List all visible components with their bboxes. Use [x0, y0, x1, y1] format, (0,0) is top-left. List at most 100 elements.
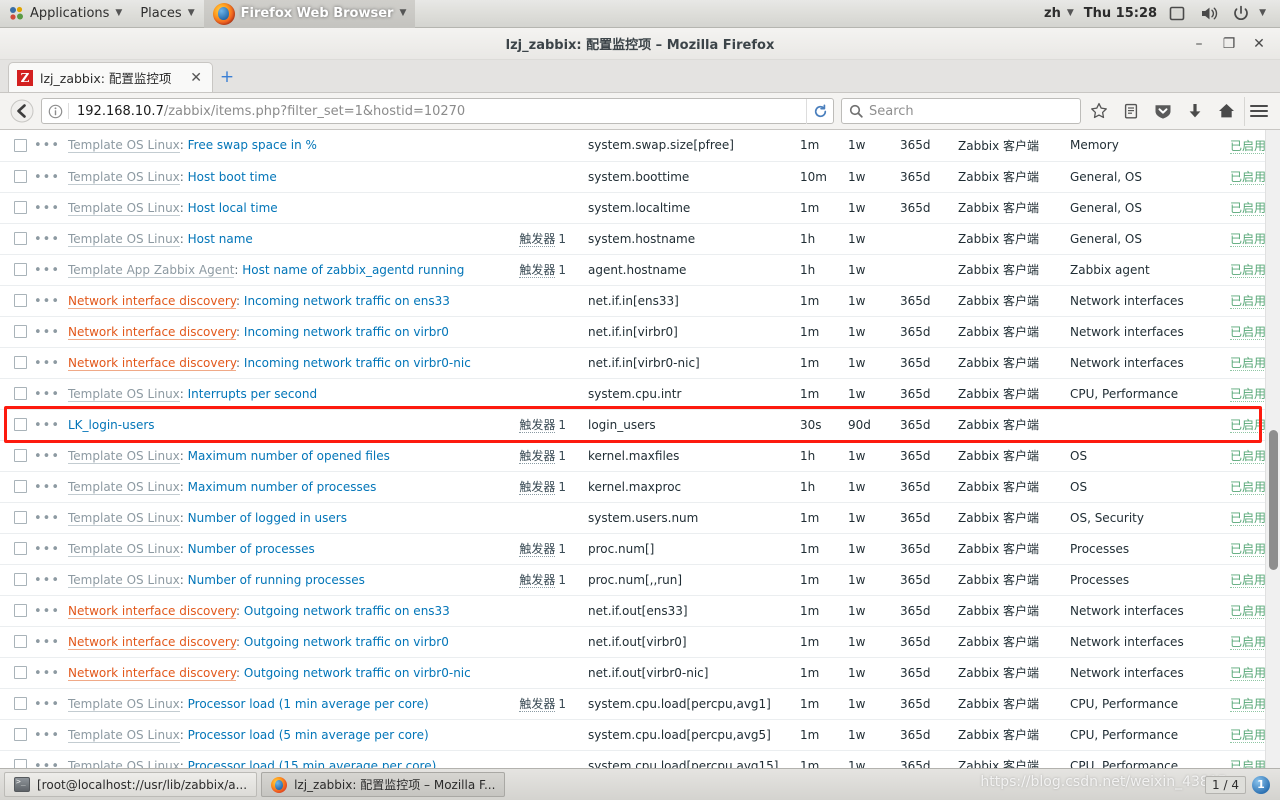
template-link[interactable]: Template App Zabbix Agent — [68, 262, 235, 278]
row-checkbox[interactable] — [14, 201, 27, 214]
triggers-link[interactable]: 触发器 — [519, 263, 556, 278]
template-link[interactable]: Network interface discovery — [68, 665, 237, 681]
ellipsis-menu-icon[interactable]: ••• — [34, 573, 60, 588]
url-text[interactable]: 192.168.10.7/zabbix/items.php?filter_set… — [69, 104, 806, 119]
triggers-link[interactable]: 触发器 — [519, 573, 556, 588]
maximize-button[interactable]: ❐ — [1214, 29, 1244, 59]
row-checkbox[interactable] — [14, 263, 27, 276]
workspace-badge[interactable]: 1 — [1252, 775, 1270, 794]
item-name-link[interactable]: Processor load (5 min average per core) — [188, 728, 429, 742]
search-bar[interactable]: Search — [841, 98, 1081, 124]
row-checkbox[interactable] — [14, 635, 27, 648]
item-name-link[interactable]: Outgoing network traffic on virbr0-nic — [244, 666, 471, 680]
item-name-link[interactable]: Host boot time — [188, 170, 277, 184]
new-tab-button[interactable]: + — [213, 62, 241, 92]
item-name-link[interactable]: Maximum number of opened files — [188, 449, 390, 463]
item-name-link[interactable]: Free swap space in % — [188, 138, 317, 152]
row-checkbox[interactable] — [14, 511, 27, 524]
ellipsis-menu-icon[interactable]: ••• — [34, 356, 60, 371]
template-link[interactable]: Template OS Linux — [68, 386, 180, 402]
status-badge-value[interactable]: 已启用 — [1230, 201, 1265, 216]
search-input[interactable]: Search — [869, 104, 914, 119]
ellipsis-menu-icon[interactable]: ••• — [34, 201, 60, 216]
reload-icon[interactable] — [806, 98, 833, 124]
close-button[interactable]: ✕ — [1244, 29, 1274, 59]
status-badge-value[interactable]: 已启用 — [1230, 387, 1265, 402]
item-name-link[interactable]: Outgoing network traffic on ens33 — [244, 604, 450, 618]
status-badge-value[interactable]: 已启用 — [1230, 356, 1265, 371]
ellipsis-menu-icon[interactable]: ••• — [34, 325, 60, 340]
chevron-down-icon[interactable]: ▼ — [1259, 9, 1266, 18]
status-badge-value[interactable]: 已启用 — [1230, 666, 1265, 681]
ellipsis-menu-icon[interactable]: ••• — [34, 449, 60, 464]
ellipsis-menu-icon[interactable]: ••• — [34, 294, 60, 309]
template-link[interactable]: Template OS Linux — [68, 727, 180, 743]
ellipsis-menu-icon[interactable]: ••• — [34, 728, 60, 743]
row-checkbox[interactable] — [14, 170, 27, 183]
power-icon[interactable] — [1232, 5, 1254, 23]
volume-icon[interactable] — [1200, 5, 1222, 23]
row-checkbox[interactable] — [14, 232, 27, 245]
status-badge-value[interactable]: 已启用 — [1230, 480, 1265, 495]
tab-zabbix-items[interactable]: Z lzj_zabbix: 配置监控项 ✕ — [8, 62, 213, 92]
status-badge-value[interactable]: 已启用 — [1230, 697, 1265, 712]
back-button[interactable] — [7, 97, 36, 126]
language-indicator[interactable]: zh ▼ — [1040, 0, 1078, 28]
row-checkbox[interactable] — [14, 449, 27, 462]
template-link[interactable]: Template OS Linux — [68, 479, 180, 495]
item-name-link[interactable]: Maximum number of processes — [188, 480, 377, 494]
firefox-window-menu[interactable]: Firefox Web Browser ▼ — [203, 0, 416, 28]
row-checkbox[interactable] — [14, 697, 27, 710]
template-link[interactable]: Network interface discovery — [68, 324, 237, 340]
template-link[interactable]: Network interface discovery — [68, 634, 237, 650]
template-link[interactable]: Template OS Linux — [68, 758, 180, 768]
row-checkbox[interactable] — [14, 728, 27, 741]
template-link[interactable]: Template OS Linux — [68, 510, 180, 526]
ellipsis-menu-icon[interactable]: ••• — [34, 480, 60, 495]
home-icon[interactable] — [1212, 97, 1241, 126]
downloads-icon[interactable] — [1180, 97, 1209, 126]
item-name-link[interactable]: Processor load (1 min average per core) — [188, 697, 429, 711]
status-badge-value[interactable]: 已启用 — [1230, 604, 1265, 619]
template-link[interactable]: Template OS Linux — [68, 572, 180, 588]
ellipsis-menu-icon[interactable]: ••• — [34, 511, 60, 526]
item-name-link[interactable]: Host name of zabbix_agentd running — [242, 263, 464, 277]
ellipsis-menu-icon[interactable]: ••• — [34, 604, 60, 619]
status-badge-value[interactable]: 已启用 — [1230, 759, 1265, 768]
ellipsis-menu-icon[interactable]: ••• — [34, 263, 60, 278]
template-link[interactable]: Template OS Linux — [68, 200, 180, 216]
ellipsis-menu-icon[interactable]: ••• — [34, 759, 60, 769]
template-link[interactable]: Network interface discovery — [68, 603, 237, 619]
row-checkbox[interactable] — [14, 387, 27, 400]
workspace-pager[interactable]: 1 / 4 — [1205, 775, 1246, 794]
ellipsis-menu-icon[interactable]: ••• — [34, 170, 60, 185]
triggers-link[interactable]: 触发器 — [519, 697, 556, 712]
item-name-link[interactable]: Incoming network traffic on ens33 — [244, 294, 450, 308]
clock[interactable]: Thu 15:28 — [1078, 6, 1163, 21]
library-icon[interactable] — [1116, 97, 1145, 126]
status-badge-value[interactable]: 已启用 — [1230, 418, 1265, 433]
template-link[interactable]: Template OS Linux — [68, 138, 180, 154]
row-checkbox[interactable] — [14, 480, 27, 493]
row-checkbox[interactable] — [14, 418, 27, 431]
row-checkbox[interactable] — [14, 759, 27, 768]
row-checkbox[interactable] — [14, 573, 27, 586]
ellipsis-menu-icon[interactable]: ••• — [34, 387, 60, 402]
item-name-link[interactable]: Number of running processes — [188, 573, 365, 587]
url-bar[interactable]: 192.168.10.7/zabbix/items.php?filter_set… — [41, 98, 834, 124]
template-link[interactable]: Template OS Linux — [68, 696, 180, 712]
item-name-link[interactable]: Host name — [188, 232, 253, 246]
row-checkbox[interactable] — [14, 542, 27, 555]
status-badge-value[interactable]: 已启用 — [1230, 170, 1265, 185]
item-name-link[interactable]: Incoming network traffic on virbr0 — [244, 325, 449, 339]
row-checkbox[interactable] — [14, 294, 27, 307]
item-name-link[interactable]: Number of logged in users — [188, 511, 347, 525]
triggers-link[interactable]: 触发器 — [519, 542, 556, 557]
hamburger-menu-icon[interactable] — [1244, 96, 1273, 126]
ellipsis-menu-icon[interactable]: ••• — [34, 697, 60, 712]
pocket-shield-icon[interactable] — [1148, 97, 1177, 126]
item-name-link[interactable]: Outgoing network traffic on virbr0 — [244, 635, 449, 649]
minimize-button[interactable]: – — [1184, 29, 1214, 59]
template-link[interactable]: Template OS Linux — [68, 231, 180, 247]
triggers-link[interactable]: 触发器 — [519, 480, 556, 495]
